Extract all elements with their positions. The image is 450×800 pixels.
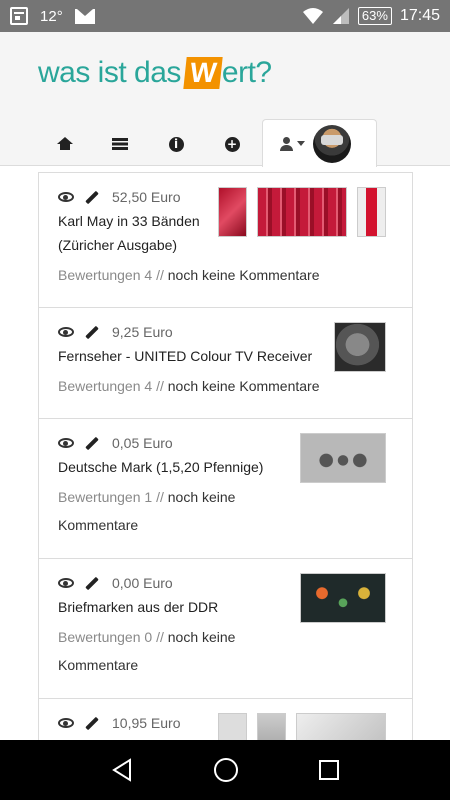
item-thumbnails [218, 713, 386, 740]
caret-down-icon [297, 141, 305, 146]
status-bar: 12° 63% 17:45 [0, 0, 450, 32]
signal-icon [332, 8, 349, 24]
eye-icon[interactable] [58, 192, 74, 202]
plus-icon: + [224, 136, 240, 152]
info-icon: i [168, 136, 184, 152]
avatar [313, 124, 351, 163]
item-title-line1: Karl May in 33 Bänden [58, 213, 200, 229]
item-thumbnails [218, 187, 386, 237]
item-thumbnail[interactable] [334, 322, 386, 372]
item-price: 0,05 Euro [112, 435, 173, 451]
tab-list[interactable] [105, 133, 135, 155]
main-tabs: i + [0, 119, 450, 167]
item-comments: noch keine Kommentare [167, 378, 320, 394]
item-price: 10,95 Euro [112, 715, 181, 731]
pencil-icon[interactable] [85, 716, 99, 730]
item-ratings: Bewertungen 0 // [58, 629, 164, 645]
list-item[interactable]: 9,25 Euro Fernseher - UNITED Colour TV R… [39, 307, 412, 418]
item-list-area[interactable]: 52,50 Euro Karl May in 33 Bänden (Züriche… [0, 166, 450, 740]
item-price: 9,25 Euro [112, 324, 173, 340]
pencil-icon[interactable] [85, 436, 99, 450]
status-day: 12° [40, 7, 63, 25]
item-thumbnail[interactable] [257, 187, 347, 237]
site-logo[interactable]: was ist das W ert? [38, 56, 272, 90]
wifi-icon [302, 8, 323, 24]
home-icon [57, 136, 73, 150]
item-comments: noch keine Kommentare [167, 267, 320, 283]
item-thumbnails [334, 322, 386, 372]
item-list: 52,50 Euro Karl May in 33 Bänden (Züriche… [38, 172, 413, 740]
home-nav-icon[interactable] [213, 757, 239, 783]
system-nav-bar [0, 740, 450, 800]
item-comments-cont: Kommentare [58, 517, 139, 533]
item-comments: noch keine [167, 489, 236, 505]
tab-info[interactable]: i [161, 133, 191, 155]
pencil-icon[interactable] [85, 576, 99, 590]
item-thumbnail[interactable] [218, 187, 247, 237]
item-thumbnail[interactable] [218, 713, 247, 740]
item-ratings: Bewertungen 4 // [58, 378, 164, 394]
pencil-icon[interactable] [85, 325, 99, 339]
status-time: 17:45 [399, 7, 440, 24]
eye-icon[interactable] [58, 327, 74, 337]
item-stats: Bewertungen 4 // noch keine Kommentare [58, 372, 393, 400]
eye-icon[interactable] [58, 718, 74, 728]
status-left: 12° [10, 7, 95, 25]
item-ratings: Bewertungen 1 // [58, 489, 164, 505]
item-thumbnail[interactable] [296, 713, 386, 740]
item-thumbnails [300, 573, 386, 623]
item-price: 0,00 Euro [112, 575, 173, 591]
eye-icon[interactable] [58, 578, 74, 588]
item-title-line2: (Züricher Ausgabe) [58, 237, 178, 253]
item-stats: Bewertungen 0 // noch keine Kommentare [58, 623, 393, 679]
battery-indicator: 63% [357, 7, 392, 25]
tab-home[interactable] [50, 133, 80, 155]
back-icon[interactable] [110, 758, 134, 782]
item-stats: Bewertungen 4 // noch keine Kommentare [58, 261, 393, 289]
user-icon [279, 136, 293, 151]
list-item[interactable]: 52,50 Euro Karl May in 33 Bänden (Züriche… [39, 172, 412, 307]
mail-icon [74, 8, 95, 24]
list-item[interactable]: 0,05 Euro Deutsche Mark (1,5,20 Pfennige… [39, 418, 412, 558]
logo-w-mark: W [183, 57, 223, 89]
recent-apps-icon[interactable] [318, 759, 340, 781]
item-price: 52,50 Euro [112, 189, 181, 205]
list-item[interactable]: 0,00 Euro Briefmarken aus der DDR Bewert… [39, 558, 412, 698]
logo-text-part2: ert? [221, 56, 272, 89]
tab-add[interactable]: + [217, 133, 247, 155]
list-item[interactable]: 10,95 Euro [39, 698, 412, 740]
list-icon [112, 138, 128, 150]
item-thumbnail[interactable] [300, 433, 386, 483]
item-thumbnail[interactable] [357, 187, 386, 237]
item-ratings: Bewertungen 4 // [58, 267, 164, 283]
site-header: was ist das W ert? i + [0, 32, 450, 167]
item-comments: noch keine [167, 629, 236, 645]
status-right: 63% 17:45 [302, 7, 440, 25]
item-comments-cont: Kommentare [58, 657, 139, 673]
item-thumbnail[interactable] [300, 573, 386, 623]
eye-icon[interactable] [58, 438, 74, 448]
logo-text-part1: was ist das [38, 56, 181, 89]
pencil-icon[interactable] [85, 190, 99, 204]
calendar-icon [10, 7, 28, 25]
tab-user-menu[interactable] [262, 119, 377, 167]
item-thumbnails [300, 433, 386, 483]
item-thumbnail[interactable] [257, 713, 286, 740]
item-stats: Bewertungen 1 // noch keine Kommentare [58, 483, 393, 539]
